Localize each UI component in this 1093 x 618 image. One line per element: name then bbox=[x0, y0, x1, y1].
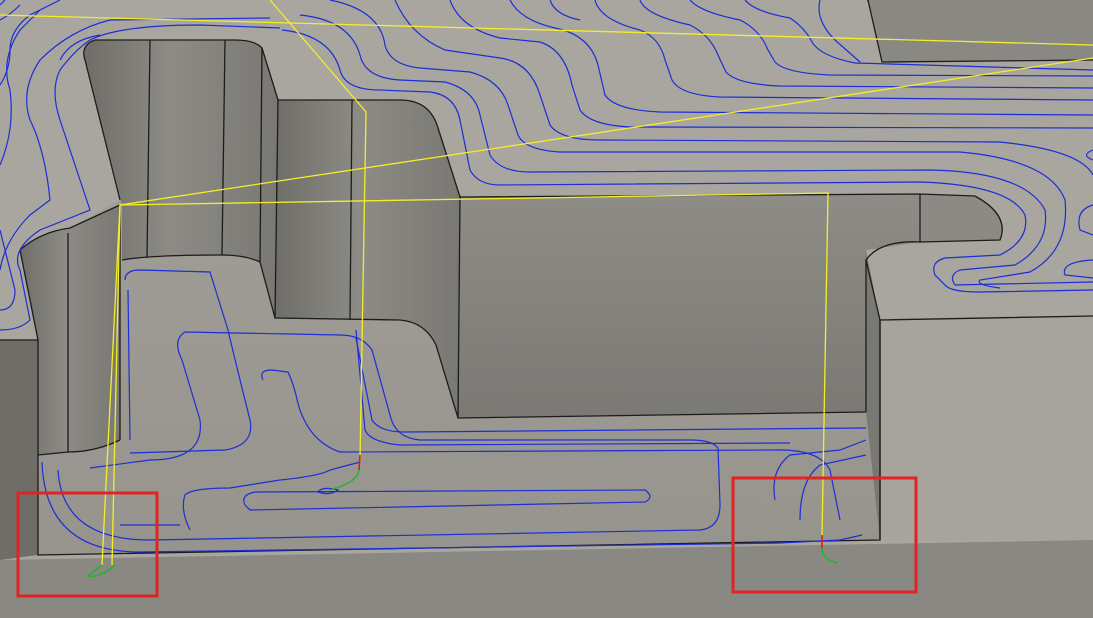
stock-top-right bbox=[880, 316, 1093, 540]
toolpath-scene[interactable] bbox=[0, 0, 1093, 618]
wall-block-front bbox=[458, 194, 920, 418]
cam-3d-viewport[interactable] bbox=[0, 0, 1093, 618]
upper-right-block bbox=[868, 0, 1093, 62]
